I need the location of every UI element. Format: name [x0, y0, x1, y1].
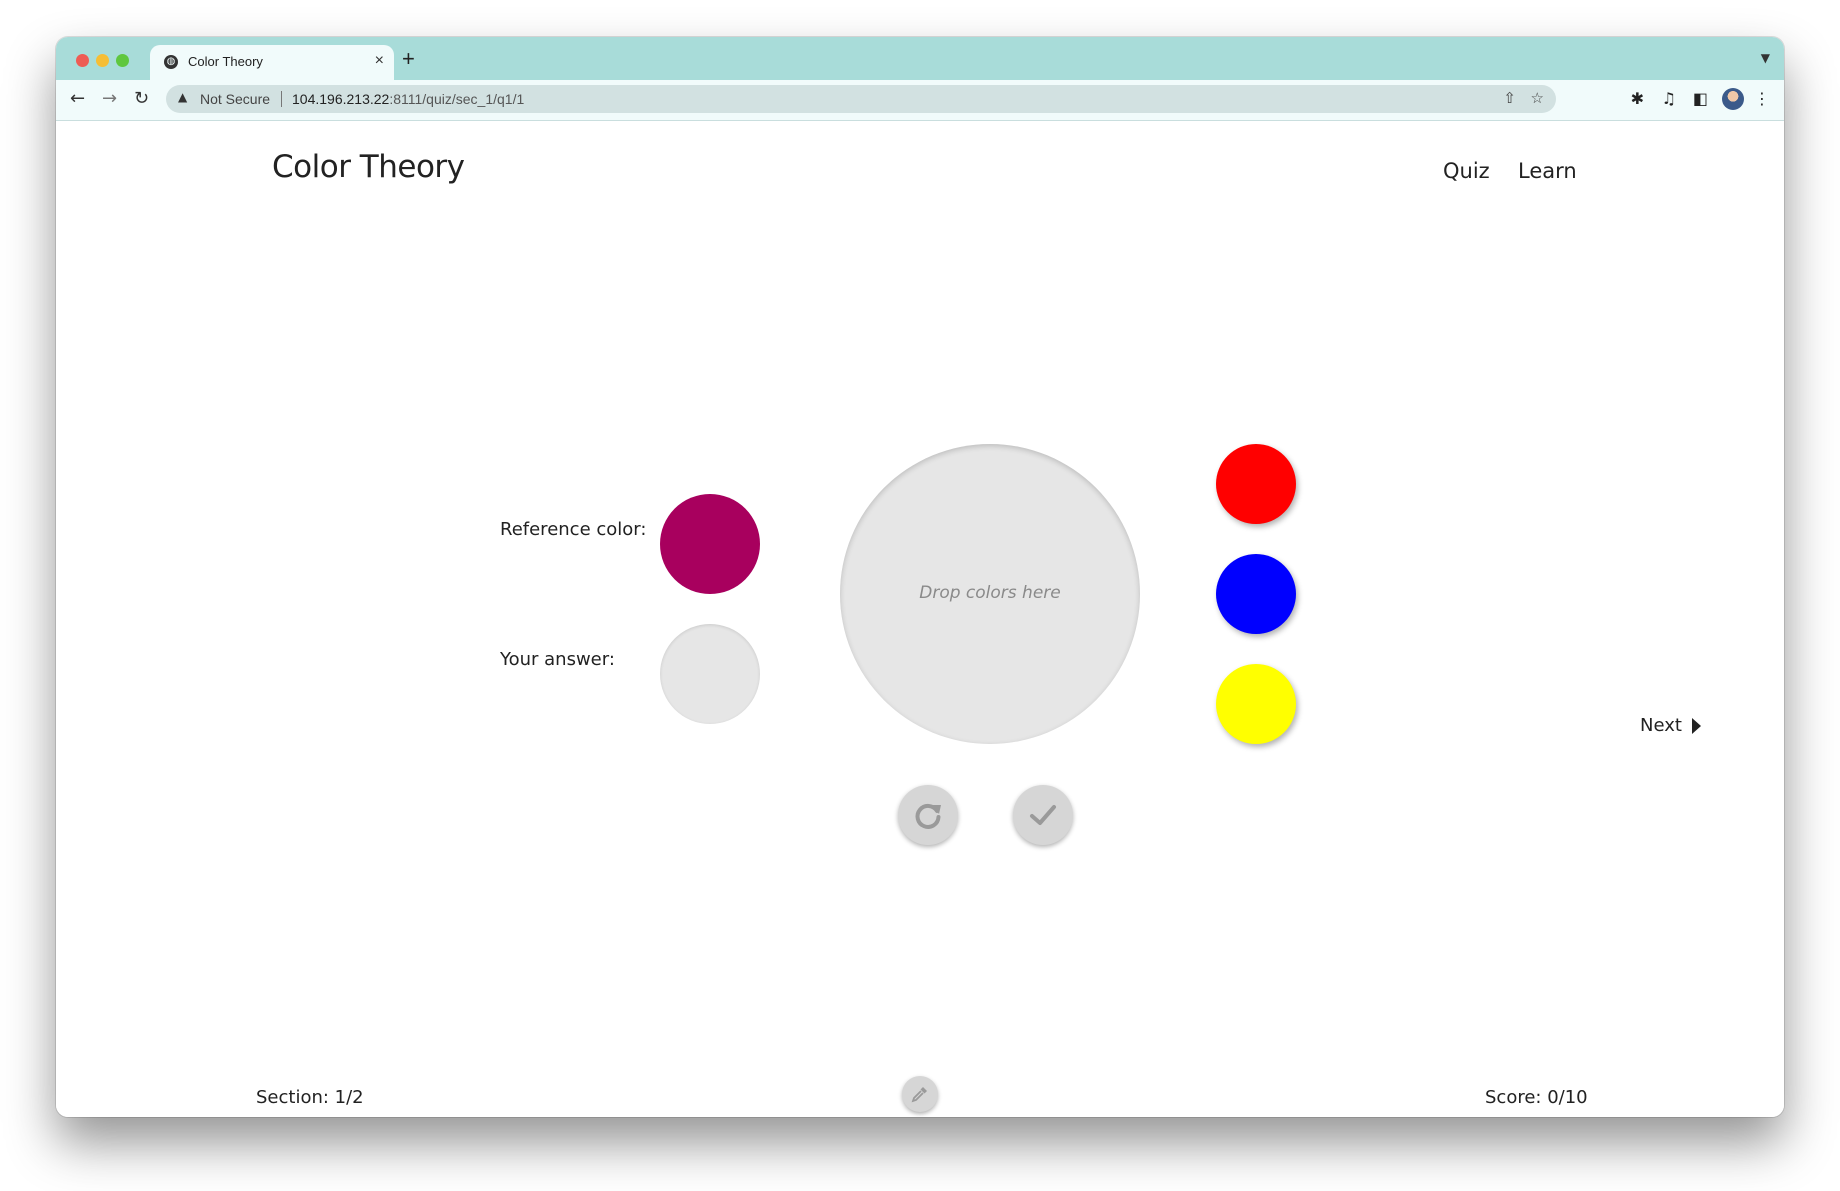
check-answer-button[interactable] — [1013, 785, 1073, 845]
profile-avatar[interactable] — [1722, 88, 1744, 110]
reset-button[interactable] — [898, 785, 958, 845]
answer-color-swatch — [660, 624, 760, 724]
reload-icon[interactable]: ↻ — [134, 88, 149, 109]
score-indicator: Score: 0/10 — [1485, 1087, 1588, 1108]
reset-icon — [915, 803, 941, 829]
next-button[interactable]: Next — [1640, 715, 1701, 736]
url-host: 104.196.213.22 — [292, 91, 390, 107]
reference-color-swatch — [660, 494, 760, 594]
nav-link-quiz[interactable]: Quiz — [1443, 159, 1490, 183]
address-bar[interactable]: ▲ Not Secure 104.196.213.22:8111/quiz/se… — [166, 85, 1556, 113]
star-icon[interactable]: ☆ — [1531, 89, 1544, 107]
your-answer-label: Your answer: — [500, 649, 615, 670]
security-label[interactable]: Not Secure — [200, 91, 270, 107]
globe-icon: ◍ — [164, 55, 178, 69]
media-icon[interactable]: ♫ — [1662, 89, 1676, 108]
url-text[interactable]: 104.196.213.22:8111/quiz/sec_1/q1/1 — [292, 91, 524, 107]
next-label: Next — [1640, 715, 1682, 736]
extensions-icon[interactable]: ✱ — [1631, 89, 1644, 108]
side-panel-icon[interactable]: ◧ — [1693, 89, 1708, 108]
reference-color-label: Reference color: — [500, 519, 647, 540]
warning-icon[interactable]: ▲ — [178, 90, 187, 104]
minimize-window-button[interactable] — [96, 54, 109, 67]
browser-tab[interactable]: ◍ Color Theory × — [150, 45, 394, 80]
new-tab-button[interactable]: + — [402, 46, 415, 72]
palette-color-red[interactable] — [1216, 444, 1296, 524]
nav-link-learn[interactable]: Learn — [1518, 159, 1577, 183]
site-title[interactable]: Color Theory — [272, 149, 465, 185]
tab-close-button[interactable]: × — [375, 52, 384, 70]
section-indicator: Section: 1/2 — [256, 1087, 364, 1108]
back-icon[interactable]: ← — [70, 88, 85, 109]
maximize-window-button[interactable] — [116, 54, 129, 67]
page-content: Color Theory Quiz Learn Reference color:… — [56, 121, 1784, 1117]
browser-window: ◍ Color Theory × + ▼ ← → ↻ ▲ Not Secure … — [56, 37, 1784, 1117]
mixing-drop-zone[interactable]: Drop colors here — [840, 444, 1140, 744]
share-icon[interactable]: ⇧ — [1503, 89, 1516, 107]
chevron-down-icon[interactable]: ▼ — [1761, 51, 1770, 65]
checkmark-icon — [1030, 805, 1056, 825]
forward-icon[interactable]: → — [102, 88, 117, 109]
palette-color-blue[interactable] — [1216, 554, 1296, 634]
close-window-button[interactable] — [76, 54, 89, 67]
eyedropper-button[interactable] — [902, 1076, 938, 1112]
divider — [281, 91, 282, 107]
tab-title: Color Theory — [188, 54, 263, 69]
url-path: :8111/quiz/sec_1/q1/1 — [389, 91, 525, 107]
menu-icon[interactable]: ⋮ — [1754, 89, 1770, 108]
next-arrow-icon — [1691, 717, 1701, 734]
eyedropper-icon — [911, 1087, 927, 1103]
drop-zone-placeholder: Drop colors here — [919, 583, 1061, 603]
browser-toolbar: ← → ↻ ▲ Not Secure 104.196.213.22:8111/q… — [56, 80, 1784, 121]
palette-color-yellow[interactable] — [1216, 664, 1296, 744]
title-bar: ◍ Color Theory × + ▼ — [56, 37, 1784, 80]
